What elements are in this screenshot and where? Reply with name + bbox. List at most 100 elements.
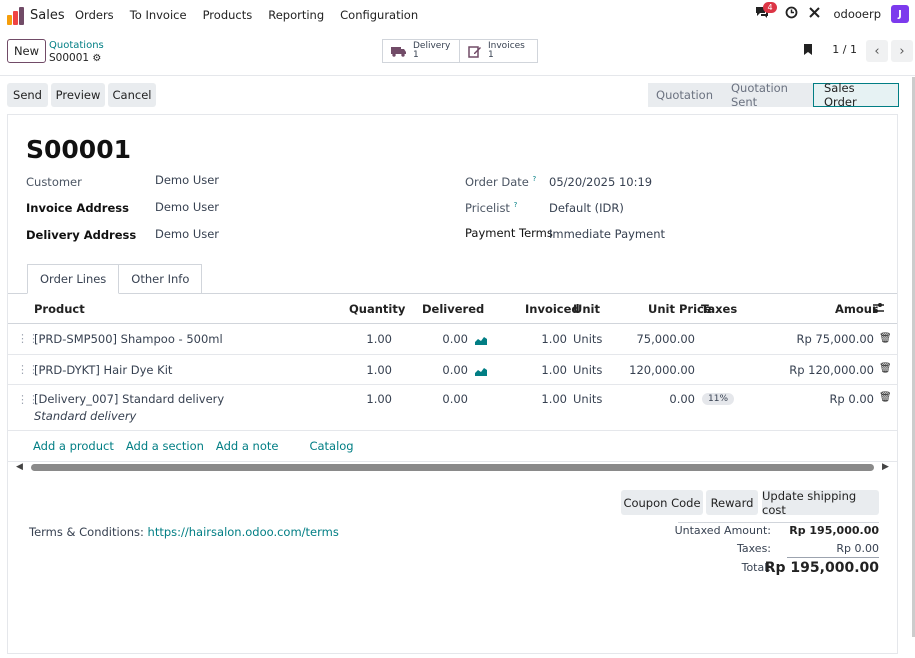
row-invoiced: 1.00 xyxy=(541,332,567,346)
menu-products[interactable]: Products xyxy=(203,8,253,22)
terms-link[interactable]: https://hairsalon.odoo.com/terms xyxy=(148,525,339,539)
row-product[interactable]: [PRD-SMP500] Shampoo - 500ml xyxy=(34,332,223,346)
stage-quotation[interactable]: Quotation xyxy=(648,83,721,107)
send-button[interactable]: Send xyxy=(7,83,48,107)
row-unit-price[interactable]: 75,000.00 xyxy=(618,332,695,346)
order-date-help[interactable]: ? xyxy=(532,175,536,183)
notebook-tabs: Order Lines Other Info xyxy=(27,264,203,294)
chevron-left-icon: ‹ xyxy=(874,43,880,59)
main-menu: Orders To Invoice Products Reporting Con… xyxy=(75,8,434,22)
new-button[interactable]: New xyxy=(7,39,46,63)
bookmark-icon[interactable] xyxy=(803,43,813,59)
form-sheet: S00001 Customer Demo User Invoice Addres… xyxy=(7,114,898,654)
col-taxes[interactable]: Taxes xyxy=(701,302,737,316)
row-unit-price[interactable]: 120,000.00 xyxy=(618,363,695,377)
row-unit[interactable]: Units xyxy=(573,332,602,346)
pricelist-label: Pricelist ? xyxy=(465,201,517,215)
sales-app-icon[interactable] xyxy=(7,7,25,25)
invoices-smart-button[interactable]: Invoices 1 xyxy=(460,39,538,63)
menu-to-invoice[interactable]: To Invoice xyxy=(130,8,187,22)
forecast-chart-icon[interactable] xyxy=(475,336,487,345)
forecast-chart-icon[interactable] xyxy=(475,367,487,376)
cancel-button[interactable]: Cancel xyxy=(108,83,156,107)
menu-reporting[interactable]: Reporting xyxy=(268,8,324,22)
record-name: S00001 ⚙ xyxy=(49,52,101,64)
horizontal-scrollbar[interactable]: ◀ ▶ xyxy=(8,461,897,473)
row-unit[interactable]: Units xyxy=(573,363,602,377)
delivery-address-field[interactable]: Demo User xyxy=(155,227,219,241)
menu-orders[interactable]: Orders xyxy=(75,8,114,22)
coupon-code-button[interactable]: Coupon Code xyxy=(621,490,703,515)
terms-conditions: Terms & Conditions: https://hairsalon.od… xyxy=(29,525,339,539)
trash-icon[interactable]: 🗑 xyxy=(879,392,892,403)
table-row[interactable]: ⋮⋮ [PRD-SMP500] Shampoo - 500ml 1.00 0.0… xyxy=(8,324,897,355)
invoice-address-label: Invoice Address xyxy=(26,201,129,215)
col-quantity[interactable]: Quantity xyxy=(349,302,405,316)
control-panel: New Quotations S00001 ⚙ Delivery 1 Invoic… xyxy=(0,32,915,76)
customer-field[interactable]: Demo User xyxy=(155,173,219,187)
row-quantity[interactable]: 1.00 xyxy=(338,332,392,346)
scroll-left-icon[interactable]: ◀ xyxy=(16,462,23,472)
scroll-right-icon[interactable]: ▶ xyxy=(882,462,889,472)
trash-icon[interactable]: 🗑 xyxy=(879,363,892,374)
col-product[interactable]: Product xyxy=(34,302,85,316)
total-label: Total: xyxy=(741,561,771,574)
scrollbar-thumb[interactable] xyxy=(31,464,874,471)
breadcrumb-quotations[interactable]: Quotations xyxy=(49,40,104,51)
reward-button[interactable]: Reward xyxy=(706,490,758,515)
untaxed-amount: Rp 195,000.00 xyxy=(789,524,879,537)
column-settings-icon[interactable] xyxy=(872,302,885,317)
row-quantity[interactable]: 1.00 xyxy=(338,392,392,406)
action-bar: Send Preview Cancel Quotation Quotation … xyxy=(0,77,915,112)
row-description[interactable]: Standard delivery xyxy=(34,409,136,423)
trash-icon[interactable]: 🗑 xyxy=(879,333,892,344)
preview-button[interactable]: Preview xyxy=(51,83,105,107)
stage-quotation-sent[interactable]: Quotation Sent xyxy=(721,81,813,109)
row-amount: Rp 120,000.00 xyxy=(789,363,874,377)
pricelist-label-text: Pricelist xyxy=(465,201,510,215)
tab-order-lines[interactable]: Order Lines xyxy=(27,264,120,294)
add-product-link[interactable]: Add a product xyxy=(33,439,114,453)
catalog-link[interactable]: Catalog xyxy=(309,439,353,453)
col-unit[interactable]: Unit xyxy=(573,302,600,316)
tax-badge[interactable]: 11% xyxy=(702,393,735,405)
pager-next-button[interactable]: › xyxy=(891,40,913,62)
row-delivered[interactable]: 0.00 xyxy=(415,332,468,346)
row-delivered[interactable]: 0.00 xyxy=(415,363,468,377)
row-quantity[interactable]: 1.00 xyxy=(338,363,392,377)
payment-terms-field[interactable]: Immediate Payment xyxy=(549,227,665,241)
database-name[interactable]: odooerp xyxy=(833,7,881,21)
stage-sales-order[interactable]: Sales Order xyxy=(813,81,899,109)
tab-other-info[interactable]: Other Info xyxy=(119,264,203,294)
add-note-link[interactable]: Add a note xyxy=(216,439,279,453)
pager-value[interactable]: 1 / 1 xyxy=(832,43,857,56)
clock-icon[interactable] xyxy=(785,6,798,23)
menu-configuration[interactable]: Configuration xyxy=(340,8,418,22)
delivery-smart-button[interactable]: Delivery 1 xyxy=(382,39,460,63)
row-unit[interactable]: Units xyxy=(573,392,602,406)
add-section-link[interactable]: Add a section xyxy=(126,439,204,453)
invoice-address-field[interactable]: Demo User xyxy=(155,200,219,214)
table-row[interactable]: ⋮⋮ [Delivery_007] Standard delivery Stan… xyxy=(8,385,897,431)
app-name[interactable]: Sales xyxy=(30,8,65,23)
col-invoiced[interactable]: Invoiced xyxy=(525,302,580,316)
table-row[interactable]: ⋮⋮ [PRD-DYKT] Hair Dye Kit 1.00 0.00 1.0… xyxy=(8,355,897,385)
order-lines-header: Product Quantity Delivered Invoiced Unit… xyxy=(8,294,897,324)
systray: 4 odooerp J xyxy=(745,1,909,23)
order-date-field[interactable]: 05/20/2025 10:19 xyxy=(549,175,652,189)
row-delivered[interactable]: 0.00 xyxy=(415,392,468,406)
gear-icon[interactable]: ⚙ xyxy=(92,53,101,64)
user-avatar[interactable]: J xyxy=(891,5,909,23)
payment-terms-label: Payment Terms xyxy=(465,226,553,240)
row-unit-price[interactable]: 0.00 xyxy=(618,392,695,406)
col-delivered[interactable]: Delivered xyxy=(422,302,484,316)
chat-icon[interactable]: 4 xyxy=(755,1,777,23)
update-shipping-button[interactable]: Update shipping cost xyxy=(762,489,879,517)
row-product[interactable]: [Delivery_007] Standard delivery xyxy=(34,392,224,406)
pricelist-help[interactable]: ? xyxy=(514,201,518,209)
pager-previous-button[interactable]: ‹ xyxy=(866,40,888,62)
record-name-text: S00001 xyxy=(49,52,90,64)
tools-icon[interactable] xyxy=(808,6,821,23)
row-product[interactable]: [PRD-DYKT] Hair Dye Kit xyxy=(34,363,172,377)
pricelist-field[interactable]: Default (IDR) xyxy=(549,201,624,215)
